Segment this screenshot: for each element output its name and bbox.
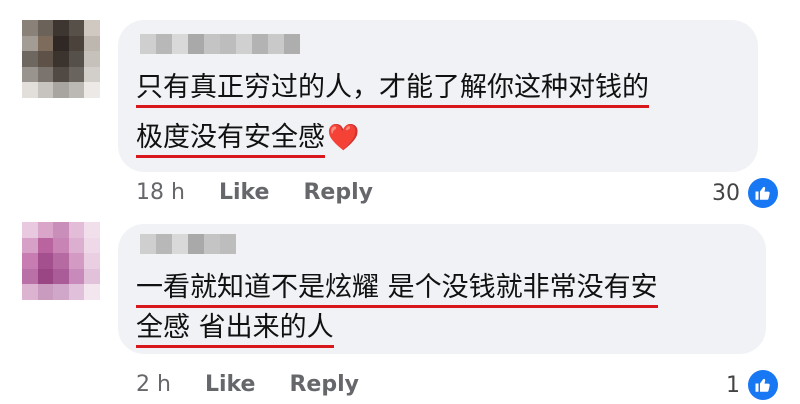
- name-pixel: [220, 234, 236, 254]
- avatar-pixel: [53, 237, 69, 254]
- avatar-pixel: [84, 35, 100, 52]
- reply-button[interactable]: Reply: [303, 180, 373, 205]
- avatar-pixel: [68, 51, 85, 67]
- avatar-pixel: [68, 237, 85, 254]
- avatar-pixel: [37, 253, 54, 269]
- avatar-pixel: [37, 284, 54, 300]
- commenter-name-blurred[interactable]: [140, 234, 236, 254]
- avatar-pixel: [53, 66, 69, 83]
- avatar-pixel: [22, 253, 38, 269]
- avatar-pixel: [22, 237, 38, 254]
- avatar-pixel: [68, 268, 85, 285]
- avatar-pixel: [53, 268, 69, 285]
- avatar-pixel: [37, 237, 54, 254]
- avatar[interactable]: [22, 222, 100, 300]
- comment-text-line: 全感 省出来的人: [136, 308, 334, 348]
- underlined-text: 极度没有安全感: [136, 122, 325, 158]
- avatar-pixel: [68, 284, 85, 300]
- avatar-pixel: [84, 66, 100, 83]
- avatar-pixel: [84, 268, 100, 285]
- timestamp[interactable]: 18 h: [136, 180, 185, 205]
- avatar-pixel: [68, 82, 85, 98]
- avatar-pixel: [22, 284, 38, 300]
- reply-button[interactable]: Reply: [289, 372, 359, 397]
- avatar-pixel: [53, 35, 69, 52]
- name-pixel: [252, 34, 268, 54]
- avatar-pixel: [22, 51, 38, 67]
- avatar-pixel: [37, 82, 54, 98]
- avatar-pixel: [53, 222, 69, 238]
- comment: 一看就知道不是炫耀 是个没钱就非常没有安 全感 省出来的人 2 h Like R…: [0, 214, 800, 404]
- underlined-text: 全感 省出来的人: [136, 312, 334, 348]
- name-pixel: [236, 34, 252, 54]
- avatar-pixel: [53, 284, 69, 300]
- avatar-pixel: [37, 51, 54, 67]
- heart-emoji-icon: ❤️: [327, 123, 360, 153]
- avatar-pixel: [84, 222, 100, 238]
- comment-text-line: 只有真正穷过的人，才能了解你这种对钱的: [136, 68, 649, 108]
- avatar-pixel: [37, 66, 54, 83]
- avatar-pixel: [22, 268, 38, 285]
- avatar-pixel: [68, 20, 85, 36]
- name-pixel: [140, 34, 156, 54]
- avatar-pixel: [84, 253, 100, 269]
- avatar-pixel: [84, 20, 100, 36]
- avatar-pixel: [68, 35, 85, 52]
- comment-text-line: 极度没有安全感❤️: [136, 118, 359, 158]
- name-pixel: [172, 34, 188, 54]
- comment-actions: 18 h Like Reply: [136, 180, 407, 205]
- reaction-count[interactable]: 1: [726, 370, 778, 400]
- thumbs-up-icon: [748, 178, 778, 208]
- commenter-name-blurred[interactable]: [140, 34, 300, 54]
- avatar-pixel: [84, 284, 100, 300]
- reaction-count[interactable]: 30: [712, 178, 778, 208]
- avatar-pixel: [53, 20, 69, 36]
- avatar-pixel: [84, 51, 100, 67]
- avatar-pixel: [53, 82, 69, 98]
- name-pixel: [156, 34, 172, 54]
- name-pixel: [172, 234, 188, 254]
- avatar-pixel: [84, 237, 100, 254]
- reaction-count-value: 1: [726, 372, 740, 398]
- avatar-pixel: [37, 268, 54, 285]
- like-button[interactable]: Like: [219, 180, 270, 205]
- avatar-pixel: [22, 66, 38, 83]
- comment-actions: 2 h Like Reply: [136, 372, 393, 397]
- avatar-pixel: [22, 222, 38, 238]
- comment: 只有真正穷过的人，才能了解你这种对钱的 极度没有安全感❤️ 18 h Like …: [0, 0, 800, 214]
- comment-text-line: 一看就知道不是炫耀 是个没钱就非常没有安: [136, 268, 658, 308]
- avatar-pixel: [22, 20, 38, 36]
- avatar-pixel: [22, 82, 38, 98]
- underlined-text: 一看就知道不是炫耀 是个没钱就非常没有安: [136, 272, 658, 308]
- avatar-pixel: [37, 35, 54, 52]
- name-pixel: [204, 234, 220, 254]
- comment-bubble: 只有真正穷过的人，才能了解你这种对钱的 极度没有安全感❤️: [118, 20, 758, 172]
- avatar[interactable]: [22, 20, 100, 98]
- timestamp[interactable]: 2 h: [136, 372, 171, 397]
- avatar-pixel: [84, 82, 100, 98]
- name-pixel: [220, 34, 236, 54]
- comment-bubble: 一看就知道不是炫耀 是个没钱就非常没有安 全感 省出来的人: [118, 224, 766, 354]
- avatar-pixel: [53, 253, 69, 269]
- name-pixel: [140, 234, 156, 254]
- avatar-pixel: [37, 222, 54, 238]
- name-pixel: [268, 34, 284, 54]
- name-pixel: [204, 34, 220, 54]
- avatar-pixel: [22, 35, 38, 52]
- name-pixel: [188, 234, 204, 254]
- underlined-text: 只有真正穷过的人，才能了解你这种对钱的: [136, 72, 649, 108]
- name-pixel: [188, 34, 204, 54]
- avatar-pixel: [68, 222, 85, 238]
- name-pixel: [156, 234, 172, 254]
- thumbs-up-icon: [748, 370, 778, 400]
- avatar-pixel: [37, 20, 54, 36]
- like-button[interactable]: Like: [205, 372, 256, 397]
- name-pixel: [284, 34, 300, 54]
- avatar-pixel: [53, 51, 69, 67]
- avatar-pixel: [68, 66, 85, 83]
- avatar-pixel: [68, 253, 85, 269]
- reaction-count-value: 30: [712, 180, 740, 206]
